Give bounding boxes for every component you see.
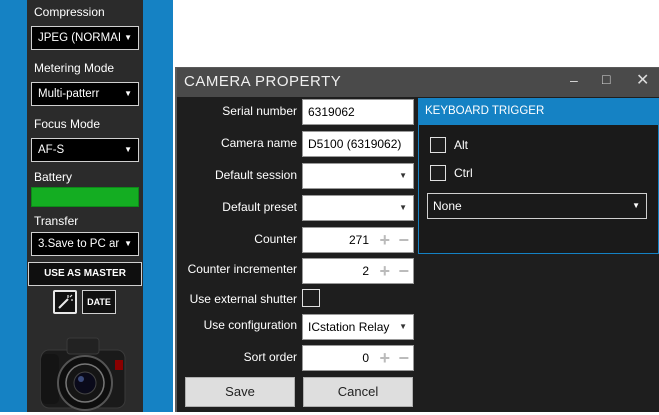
default-session-select[interactable]: ▼ xyxy=(302,163,414,189)
use-configuration-label: Use configuration xyxy=(203,318,297,332)
plus-icon[interactable]: + xyxy=(379,259,390,283)
counter-label: Counter xyxy=(254,232,297,246)
serial-number-label: Serial number xyxy=(222,104,297,118)
metering-mode-value: Multi-patterr xyxy=(38,88,100,100)
alt-checkbox[interactable] xyxy=(430,137,446,153)
serial-number-value: 6319062 xyxy=(308,105,355,119)
counter-incrementer-label: Counter incrementer xyxy=(187,262,297,276)
focus-mode-label: Focus Mode xyxy=(34,117,101,131)
chevron-down-icon: ▼ xyxy=(399,322,407,331)
chevron-down-icon: ▼ xyxy=(124,239,132,248)
ctrl-label: Ctrl xyxy=(454,166,473,180)
serial-number-field[interactable]: 6319062 xyxy=(302,99,414,125)
keyboard-trigger-header: KEYBOARD TRIGGER xyxy=(419,99,658,125)
battery-label: Battery xyxy=(34,170,73,184)
use-as-master-button[interactable]: USE AS MASTER xyxy=(28,262,142,286)
compression-label: Compression xyxy=(34,5,105,19)
alt-label: Alt xyxy=(454,138,469,152)
minimize-icon[interactable]: – xyxy=(570,72,578,88)
chevron-down-icon: ▼ xyxy=(632,201,640,210)
chevron-down-icon: ▼ xyxy=(399,203,407,212)
camera-image xyxy=(33,326,133,412)
camera-property-dialog: CAMERA PROPERTY – □ ✕ Serial number 6319… xyxy=(175,67,659,412)
trigger-key-value: None xyxy=(433,199,462,213)
camera-name-label: Camera name xyxy=(220,136,297,150)
chevron-down-icon: ▼ xyxy=(399,171,407,180)
metering-mode-select[interactable]: Multi-patterr ▼ xyxy=(31,82,139,106)
focus-mode-value: AF-S xyxy=(38,144,65,156)
use-external-shutter-checkbox[interactable] xyxy=(302,289,320,307)
minus-icon[interactable]: − xyxy=(398,228,409,252)
transfer-value: 3.Save to PC ar xyxy=(38,238,120,250)
chevron-down-icon: ▼ xyxy=(124,89,132,98)
plus-icon[interactable]: + xyxy=(379,346,390,370)
chevron-down-icon: ▼ xyxy=(124,33,132,42)
ctrl-checkbox[interactable] xyxy=(430,165,446,181)
wand-icon xyxy=(58,294,73,309)
use-configuration-value: ICstation Relay xyxy=(308,320,390,334)
camera-settings-panel: Compression JPEG (NORMAI ▼ Metering Mode… xyxy=(27,0,143,412)
minus-icon[interactable]: − xyxy=(398,346,409,370)
transfer-label: Transfer xyxy=(34,214,79,228)
cancel-button[interactable]: Cancel xyxy=(303,377,413,407)
keyboard-trigger-title: KEYBOARD TRIGGER xyxy=(425,105,545,117)
counter-value: 271 xyxy=(348,233,369,247)
tool-button[interactable] xyxy=(53,290,77,314)
minus-icon[interactable]: − xyxy=(398,259,409,283)
sort-order-stepper[interactable]: 0 + − xyxy=(302,345,414,371)
date-button[interactable]: DATE xyxy=(82,290,116,314)
default-preset-label: Default preset xyxy=(222,200,297,214)
compression-select[interactable]: JPEG (NORMAI ▼ xyxy=(31,26,139,50)
left-edge-strip xyxy=(0,0,27,412)
use-external-shutter-label: Use external shutter xyxy=(189,292,297,306)
right-accent-strip xyxy=(143,0,173,412)
counter-stepper[interactable]: 271 + − xyxy=(302,227,414,253)
keyboard-trigger-panel: KEYBOARD TRIGGER Alt Ctrl None ▼ xyxy=(418,98,659,254)
compression-value: JPEG (NORMAI xyxy=(38,32,122,44)
counter-incrementer-value: 2 xyxy=(362,264,369,278)
main-canvas xyxy=(173,0,659,68)
metering-mode-label: Metering Mode xyxy=(34,61,115,75)
maximize-icon[interactable]: □ xyxy=(602,71,610,87)
sort-order-value: 0 xyxy=(362,351,369,365)
save-button[interactable]: Save xyxy=(185,377,295,407)
trigger-key-select[interactable]: None ▼ xyxy=(427,193,647,219)
sort-order-label: Sort order xyxy=(243,350,297,364)
dialog-title: CAMERA PROPERTY xyxy=(184,73,342,90)
camera-name-field[interactable]: D5100 (6319062) xyxy=(302,131,414,157)
close-icon[interactable]: ✕ xyxy=(636,70,649,90)
chevron-down-icon: ▼ xyxy=(124,145,132,154)
plus-icon[interactable]: + xyxy=(379,228,390,252)
dialog-title-bar: CAMERA PROPERTY – □ ✕ xyxy=(177,68,659,97)
camera-name-value: D5100 (6319062) xyxy=(308,137,402,151)
counter-incrementer-stepper[interactable]: 2 + − xyxy=(302,258,414,284)
battery-level-bar xyxy=(31,187,139,207)
focus-mode-select[interactable]: AF-S ▼ xyxy=(31,138,139,162)
use-configuration-select[interactable]: ICstation Relay ▼ xyxy=(302,314,414,340)
default-session-label: Default session xyxy=(214,168,297,182)
default-preset-select[interactable]: ▼ xyxy=(302,195,414,221)
transfer-select[interactable]: 3.Save to PC ar ▼ xyxy=(31,232,139,256)
